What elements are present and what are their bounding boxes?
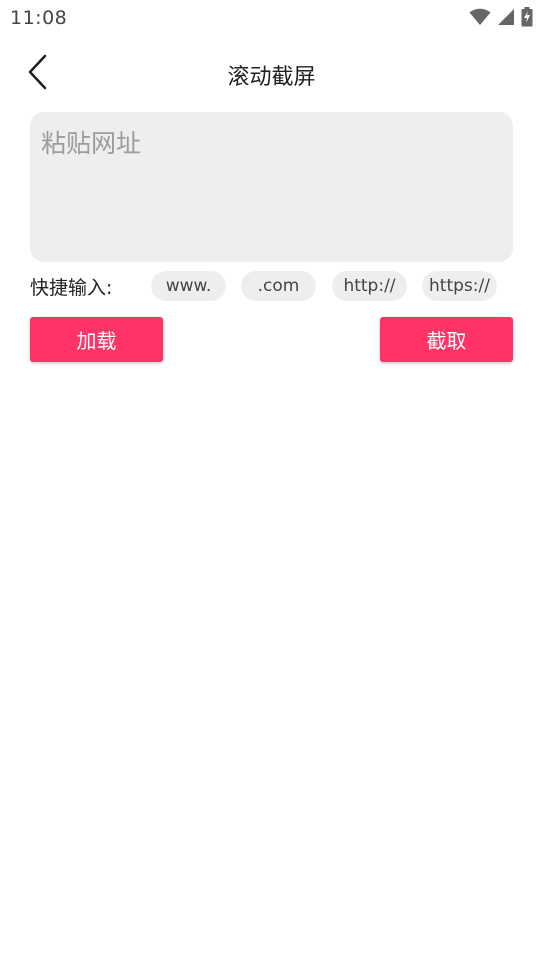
page-title: 滚动截屏	[227, 65, 316, 90]
capture-button[interactable]: 截取	[380, 317, 513, 362]
header: 滚动截屏	[0, 44, 543, 104]
status-bar: 11:08	[0, 0, 543, 36]
chip-http[interactable]: http://	[332, 271, 407, 301]
status-time: 11:08	[10, 7, 68, 29]
chip-https[interactable]: https://	[422, 271, 497, 301]
quick-input-label: 快捷输入:	[30, 277, 113, 299]
wifi-icon	[469, 8, 491, 30]
status-icons	[469, 7, 533, 31]
load-button[interactable]: 加载	[30, 317, 163, 362]
url-input[interactable]	[30, 112, 513, 262]
cell-signal-icon	[497, 8, 515, 30]
chip-www[interactable]: www.	[151, 271, 226, 301]
battery-charging-icon	[521, 7, 533, 31]
chip-com[interactable]: .com	[241, 271, 316, 301]
